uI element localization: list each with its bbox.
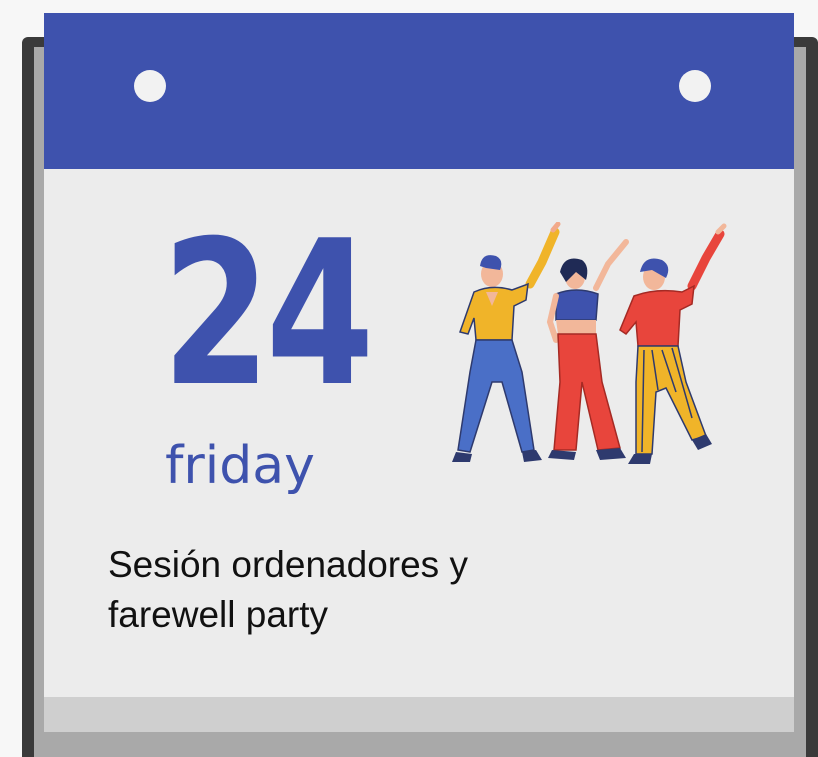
binding-hole-right <box>679 70 711 102</box>
dancer-1 <box>452 222 561 462</box>
day-number: 24 <box>162 198 374 431</box>
day-name: friday <box>165 436 315 496</box>
dancer-3 <box>619 223 727 464</box>
event-line-1: Sesión ordenadores y <box>108 544 468 585</box>
event-description: Sesión ordenadores y farewell party <box>108 540 668 640</box>
event-line-2: farewell party <box>108 594 329 635</box>
binding-hole-left <box>134 70 166 102</box>
calendar-page-bottom-strip <box>44 697 794 732</box>
dancer-2 <box>546 239 629 460</box>
three-dancers-icon <box>452 222 727 464</box>
